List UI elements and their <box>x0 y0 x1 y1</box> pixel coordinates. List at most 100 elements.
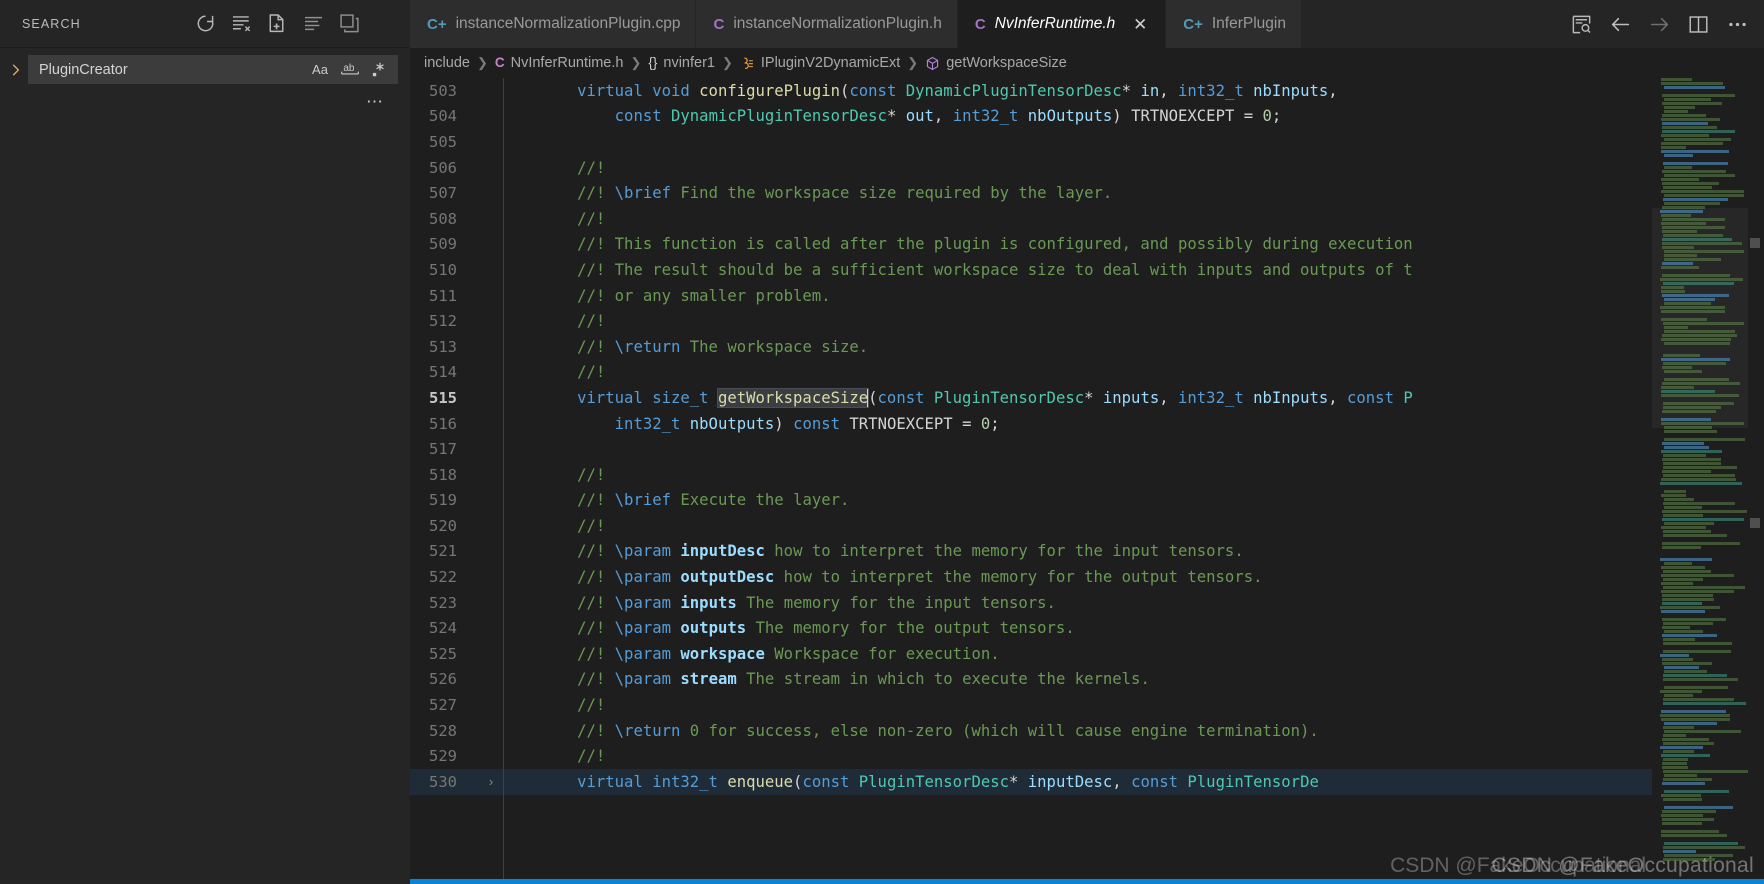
code-text[interactable]: const DynamicPluginTensorDesc* out, int3… <box>502 104 1652 130</box>
fold-indicator[interactable] <box>480 564 502 590</box>
code-text[interactable]: //! <box>502 308 1652 334</box>
code-line[interactable]: 518 //! <box>410 462 1652 488</box>
code-text[interactable]: //! <box>502 692 1652 718</box>
tab-instanceNormalizationPlugin-h[interactable]: C instanceNormalizationPlugin.h <box>696 0 958 48</box>
fold-indicator[interactable] <box>480 667 502 693</box>
fold-indicator[interactable] <box>480 334 502 360</box>
code-text[interactable]: virtual int32_t enqueue(const PluginTens… <box>502 769 1652 795</box>
use-regex-icon[interactable] <box>369 59 391 81</box>
code-text[interactable]: //! \param stream The stream in which to… <box>502 667 1652 693</box>
code-line[interactable]: 503 virtual void configurePlugin(const D… <box>410 78 1652 104</box>
code-line[interactable]: 514 //! <box>410 360 1652 386</box>
go-back-icon[interactable] <box>1610 14 1631 35</box>
fold-indicator[interactable] <box>480 513 502 539</box>
code-line[interactable]: 522 //! \param outputDesc how to interpr… <box>410 564 1652 590</box>
split-editor-icon[interactable] <box>1688 14 1709 35</box>
fold-indicator[interactable] <box>480 206 502 232</box>
code-text[interactable]: //! \param outputDesc how to interpret t… <box>502 564 1652 590</box>
fold-indicator[interactable] <box>480 257 502 283</box>
fold-indicator[interactable]: › <box>480 769 502 795</box>
code-line[interactable]: 529 //! <box>410 743 1652 769</box>
fold-indicator[interactable] <box>480 411 502 437</box>
search-input[interactable] <box>39 61 309 78</box>
code-line[interactable]: 528 //! \return 0 for success, else non-… <box>410 718 1652 744</box>
chevron-right-icon[interactable] <box>4 57 28 83</box>
code-text[interactable] <box>502 129 1652 155</box>
code-line[interactable]: 525 //! \param workspace Workspace for e… <box>410 641 1652 667</box>
code-line[interactable]: 520 //! <box>410 513 1652 539</box>
fold-indicator[interactable] <box>480 78 502 104</box>
code-line[interactable]: 508 //! <box>410 206 1652 232</box>
code-text[interactable]: //! \param workspace Workspace for execu… <box>502 641 1652 667</box>
clear-search-results-icon[interactable] <box>231 13 252 34</box>
code-line[interactable]: 527 //! <box>410 692 1652 718</box>
breadcrumb-item-method[interactable]: getWorkspaceSize <box>925 55 1067 71</box>
fold-indicator[interactable] <box>480 743 502 769</box>
code-text[interactable]: //! \param outputs The memory for the ou… <box>502 615 1652 641</box>
collapse-all-icon[interactable] <box>339 13 360 34</box>
code-text[interactable]: virtual void configurePlugin(const Dynam… <box>502 78 1652 104</box>
code-text[interactable]: //! The result should be a sufficient wo… <box>502 257 1652 283</box>
search-input-box[interactable]: Aa ab <box>28 55 398 84</box>
code-line[interactable]: 513 //! \return The workspace size. <box>410 334 1652 360</box>
code-text[interactable] <box>502 436 1652 462</box>
fold-indicator[interactable] <box>480 385 502 411</box>
fold-indicator[interactable] <box>480 641 502 667</box>
code-line[interactable]: 524 //! \param outputs The memory for th… <box>410 615 1652 641</box>
code-viewport[interactable]: 503 virtual void configurePlugin(const D… <box>410 78 1652 884</box>
code-line[interactable]: 507 //! \brief Find the workspace size r… <box>410 180 1652 206</box>
code-line[interactable]: 510 //! The result should be a sufficien… <box>410 257 1652 283</box>
fold-indicator[interactable] <box>480 692 502 718</box>
fold-indicator[interactable] <box>480 488 502 514</box>
breadcrumb-item-namespace[interactable]: {} nvinfer1 <box>648 55 715 71</box>
breadcrumb-item-interface[interactable]: IPluginV2DynamicExt <box>740 55 900 71</box>
code-line[interactable]: 523 //! \param inputs The memory for the… <box>410 590 1652 616</box>
fold-indicator[interactable] <box>480 539 502 565</box>
code-text[interactable]: //! \return 0 for success, else non-zero… <box>502 718 1652 744</box>
code-text[interactable]: //! <box>502 743 1652 769</box>
code-line[interactable]: 515 virtual size_t getWorkspaceSize(cons… <box>410 385 1652 411</box>
fold-indicator[interactable] <box>480 155 502 181</box>
code-text[interactable]: virtual size_t getWorkspaceSize(const Pl… <box>502 385 1652 411</box>
match-case-icon[interactable]: Aa <box>309 59 331 81</box>
fold-indicator[interactable] <box>480 590 502 616</box>
code-line[interactable]: 530 › virtual int32_t enqueue(const Plugi… <box>410 769 1652 795</box>
code-text[interactable]: //! <box>502 206 1652 232</box>
code-line[interactable]: 506 //! <box>410 155 1652 181</box>
code-scroll[interactable]: 503 virtual void configurePlugin(const D… <box>410 78 1652 884</box>
fold-indicator[interactable] <box>480 436 502 462</box>
code-line[interactable]: 517 <box>410 436 1652 462</box>
tab-InferPlugin[interactable]: C+ InferPlugin <box>1166 0 1302 48</box>
minimap[interactable] <box>1652 78 1764 884</box>
fold-indicator[interactable] <box>480 462 502 488</box>
code-text[interactable]: //! \brief Execute the layer. <box>502 488 1652 514</box>
code-line[interactable]: 519 //! \brief Execute the layer. <box>410 488 1652 514</box>
code-text[interactable]: //! <box>502 462 1652 488</box>
tab-instanceNormalizationPlugin-cpp[interactable]: C+ instanceNormalizationPlugin.cpp <box>410 0 697 48</box>
open-new-search-editor-icon[interactable] <box>267 13 288 34</box>
tab-NvInferRuntime-h[interactable]: C NvInferRuntime.h ✕ <box>957 0 1167 48</box>
fold-indicator[interactable] <box>480 104 502 130</box>
fold-indicator[interactable] <box>480 129 502 155</box>
code-line[interactable]: 526 //! \param stream The stream in whic… <box>410 667 1652 693</box>
code-line[interactable]: 511 //! or any smaller problem. <box>410 283 1652 309</box>
code-line[interactable]: 504 const DynamicPluginTensorDesc* out, … <box>410 104 1652 130</box>
fold-indicator[interactable] <box>480 283 502 309</box>
breadcrumb-item-file[interactable]: C NvInferRuntime.h <box>495 55 624 71</box>
fold-indicator[interactable] <box>480 180 502 206</box>
fold-indicator[interactable] <box>480 308 502 334</box>
fold-indicator[interactable] <box>480 360 502 386</box>
open-changes-icon[interactable] <box>1571 14 1592 35</box>
code-text[interactable]: //! <box>502 360 1652 386</box>
code-text[interactable]: //! <box>502 155 1652 181</box>
close-icon[interactable]: ✕ <box>1130 14 1150 34</box>
code-text[interactable]: //! \return The workspace size. <box>502 334 1652 360</box>
breadcrumb-item-include[interactable]: include <box>424 55 470 71</box>
match-whole-word-icon[interactable]: ab <box>339 59 361 81</box>
code-line[interactable]: 512 //! <box>410 308 1652 334</box>
code-text[interactable]: //! \param inputDesc how to interpret th… <box>502 539 1652 565</box>
fold-indicator[interactable] <box>480 718 502 744</box>
fold-indicator[interactable] <box>480 232 502 258</box>
code-line[interactable]: 516 int32_t nbOutputs) const TRTNOEXCEPT… <box>410 411 1652 437</box>
go-forward-icon[interactable] <box>1649 14 1670 35</box>
